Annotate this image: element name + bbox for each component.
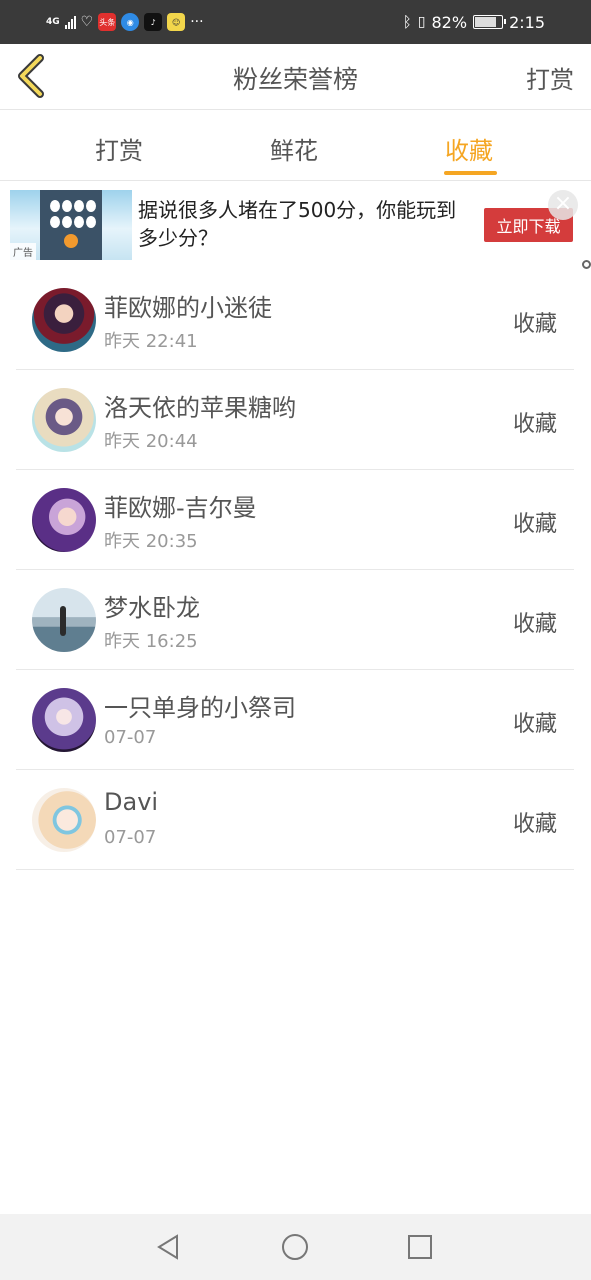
network-indicator: 4G (46, 16, 60, 27)
list-item[interactable]: 菲欧娜-吉尔曼 昨天 20:35 收藏 (16, 470, 574, 570)
fan-time: 昨天 20:44 (104, 431, 198, 452)
fan-action: 收藏 (512, 412, 557, 437)
ad-info-icon[interactable] (582, 260, 591, 269)
ad-tag: 广告 (10, 243, 36, 260)
avatar[interactable] (32, 388, 96, 452)
fan-name: 菲欧娜的小迷徒 (104, 294, 272, 322)
fan-time: 昨天 16:25 (104, 631, 198, 652)
browser-app-icon: ◉ (121, 13, 140, 31)
home-circle-icon[interactable] (280, 1232, 310, 1262)
tab-reward[interactable]: 打赏 (95, 131, 143, 181)
ad-banner[interactable]: 广告 据说很多人堵在了500分，你能玩到多少分？ 立即下载 × (0, 182, 591, 269)
avatar[interactable] (32, 288, 96, 352)
heart-monitor-icon: ♡ (80, 14, 94, 30)
list-item[interactable]: 洛天依的苹果糖哟 昨天 20:44 收藏 (16, 370, 574, 470)
ad-text: 据说很多人堵在了500分，你能玩到多少分？ (138, 198, 457, 250)
status-left: 4G ♡ 头条 ◉ ♪ ☺ ··· (46, 10, 204, 34)
fan-name: 洛天依的苹果糖哟 (104, 394, 296, 422)
fan-name: 一只单身的小祭司 (104, 694, 296, 722)
app-header: 粉丝荣誉榜 打赏 (0, 44, 591, 110)
list-item[interactable]: Davi 07-07 收藏 (16, 770, 574, 870)
fan-action: 收藏 (512, 312, 557, 337)
avatar[interactable] (32, 788, 96, 852)
active-tab-indicator (444, 171, 497, 175)
fan-action: 收藏 (512, 812, 557, 837)
avatar[interactable] (32, 588, 96, 652)
fan-action: 收藏 (512, 612, 557, 637)
fan-name: 梦水卧龙 (104, 594, 200, 622)
list-item[interactable]: 一只单身的小祭司 07-07 收藏 (16, 670, 574, 770)
list-item[interactable]: 梦水卧龙 昨天 16:25 收藏 (16, 570, 574, 670)
battery-icon (473, 15, 507, 29)
status-bar: 4G ♡ 头条 ◉ ♪ ☺ ··· ᛒ ▯ 82% 2:15 (0, 0, 591, 44)
bluetooth-icon: ᛒ (402, 13, 412, 31)
signal-icon (64, 15, 76, 29)
clock: 2:15 (509, 12, 545, 32)
reward-button[interactable]: 打赏 (526, 60, 574, 95)
fan-name: 菲欧娜-吉尔曼 (104, 494, 257, 522)
ad-close-icon[interactable]: × (548, 190, 578, 220)
ad-image: 广告 (10, 190, 132, 260)
toutiao-app-icon: 头条 (98, 13, 117, 31)
recents-square-icon[interactable] (405, 1232, 435, 1262)
tab-flowers[interactable]: 鲜花 (270, 131, 318, 181)
chat-app-icon: ☺ (167, 13, 186, 31)
fan-time: 昨天 20:35 (104, 531, 198, 552)
tiktok-app-icon: ♪ (144, 13, 163, 31)
battery-percent: 82% (431, 12, 468, 32)
avatar[interactable] (32, 688, 96, 752)
list-item[interactable]: 菲欧娜的小迷徒 昨天 22:41 收藏 (16, 270, 574, 370)
system-nav-bar (0, 1214, 591, 1280)
vibrate-icon: ▯ (417, 14, 426, 30)
tab-bar: 打赏 鲜花 收藏 (0, 111, 591, 181)
fan-name: Davi (104, 788, 159, 816)
fan-time: 07-07 (104, 827, 157, 848)
fan-time: 07-07 (104, 727, 157, 748)
fan-time: 昨天 22:41 (104, 331, 198, 352)
page-title: 粉丝荣誉榜 (232, 65, 358, 94)
fan-action: 收藏 (512, 712, 557, 737)
avatar[interactable] (32, 488, 96, 552)
status-right: ᛒ ▯ 82% 2:15 (403, 10, 545, 34)
fan-action: 收藏 (512, 512, 557, 537)
back-triangle-icon[interactable] (153, 1232, 183, 1262)
more-notifications-icon: ··· (190, 14, 204, 30)
